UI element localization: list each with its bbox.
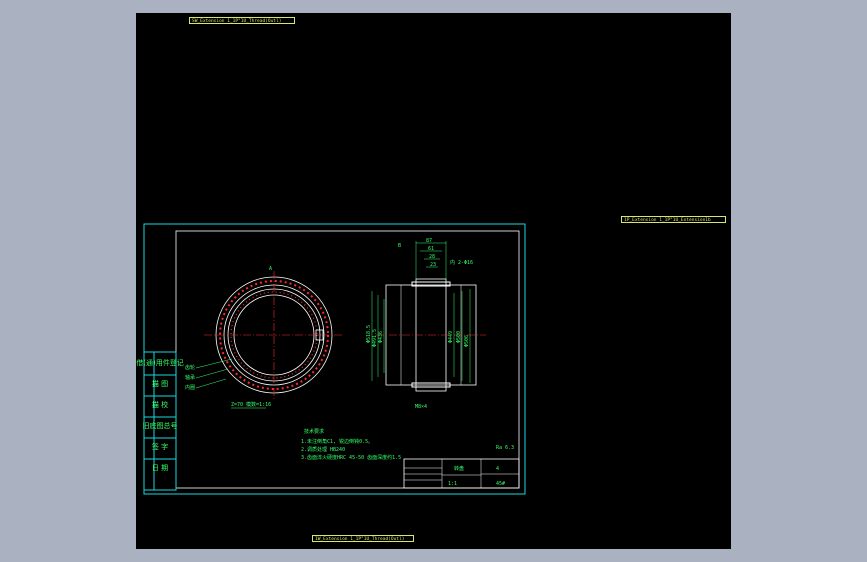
note-1: 1.未注倒角C1, 锐边倒钝0.5。 [301,438,373,445]
dim-top-3: 28 [429,254,435,260]
side-label-2: 描 图 [152,379,168,388]
side-label-4: 旧底图总号 [143,421,178,430]
dim-right-2: Φ500 [456,331,462,343]
title-block: 转盘 1:1 4 45# [403,458,520,489]
dim-top-2: 61 [428,246,434,252]
dim-left-3: Φ436 [378,331,384,343]
material-code: 45# [496,481,505,487]
side-title-column: 借(通)用件登记 描 图 描 校 旧底图总号 签 字 日 期 [136,351,184,491]
side-label-6: 日 期 [152,464,168,472]
section-label: B [398,243,401,249]
side-label-3: 描 校 [152,400,168,409]
callout-2: 轴承 [185,374,195,381]
scale: 1:1 [448,481,457,487]
inner-frame [175,230,520,489]
view-label: A [269,266,272,272]
callout-3: 内圈 [185,384,195,391]
cad-drawing[interactable]: 借(通)用件登记 描 图 描 校 旧底图总号 签 字 日 期 A 齿轮 轴承 内… [136,13,731,549]
side-label-5: 签 字 [152,442,168,451]
dim-top-5: 内 2-Φ16 [450,259,473,266]
callout-1: 齿轮 [185,364,195,371]
drawing-number: 4 [496,466,499,472]
side-label-1: 借(通)用件登记 [136,358,183,367]
dim-top-4: 23 [430,262,436,268]
gear-front-view: A 齿轮 轴承 内圈 Z=70 模数=1:16 [185,266,344,409]
gear-section-view: Φ518.5 Φ491.5 Φ436 Φ449 Φ500 Φ506 87 61 … [366,238,486,410]
part-name: 转盘 [454,465,464,472]
note-3: 3.齿面淬火硬度HRC 45-50 齿面深度约1.5 [301,454,401,461]
dim-top-1: 87 [426,238,432,244]
notes-title: 技术要求 [304,428,324,435]
drawing-canvas[interactable]: SW_Extension 1_1P"1U_Thread(Outl) 1P_Ext… [136,13,731,549]
roughness: Ra 6.3 [496,445,514,451]
tooth-note: Z=70 模数=1:16 [231,401,271,408]
dim-right-3: Φ506 [464,335,470,347]
bottom-note: M8×4 [415,404,427,410]
dim-right-1: Φ449 [448,331,454,343]
note-2: 2.调质处理 HB240 [301,446,345,453]
technical-notes: 技术要求 1.未注倒角C1, 锐边倒钝0.5。 2.调质处理 HB240 3.齿… [301,428,514,461]
